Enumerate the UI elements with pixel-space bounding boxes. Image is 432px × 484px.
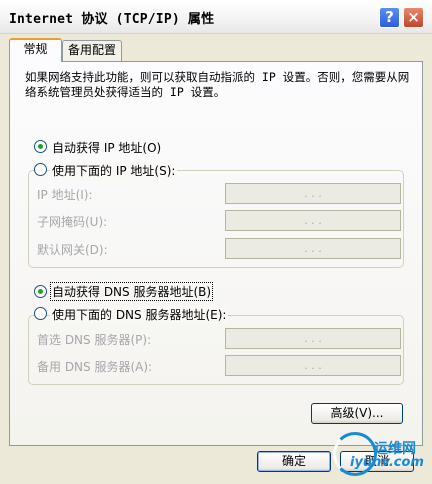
alternate-dns-label: 备用 DNS 服务器(A): — [37, 360, 153, 374]
ok-button[interactable]: 确定 — [257, 451, 331, 472]
ip-address-input[interactable]: . . . — [225, 183, 401, 204]
manual-dns-label[interactable]: 使用下面的 DNS 服务器地址(E): — [50, 306, 229, 323]
close-icon: × — [407, 8, 420, 26]
subnet-mask-value: . . . — [304, 214, 322, 227]
tab-general[interactable]: 常规 — [9, 38, 62, 62]
auto-ip-label[interactable]: 自动获得 IP 地址(O) — [52, 139, 161, 156]
default-gateway-value: . . . — [304, 242, 322, 255]
close-button[interactable]: × — [403, 7, 424, 28]
subnet-mask-input[interactable]: . . . — [225, 210, 401, 231]
auto-dns-label[interactable]: 自动获得 DNS 服务器地址(B) — [49, 282, 214, 301]
preferred-dns-input[interactable]: . . . — [225, 328, 401, 349]
auto-dns-radio[interactable] — [34, 285, 47, 298]
manual-dns-radio[interactable] — [34, 307, 47, 320]
help-icon: ? — [385, 8, 394, 26]
auto-ip-radio[interactable] — [34, 140, 47, 153]
ip-address-value: . . . — [304, 187, 322, 200]
default-gateway-input[interactable]: . . . — [225, 238, 401, 259]
watermark-url: iyunv.com — [350, 455, 424, 470]
window-title: Internet 协议 (TCP/IP) 属性 — [9, 12, 215, 27]
preferred-dns-value: . . . — [304, 332, 322, 345]
subnet-mask-label: 子网掩码(U): — [37, 215, 108, 229]
advanced-button[interactable]: 高级(V)... — [311, 403, 403, 424]
help-button[interactable]: ? — [379, 7, 400, 28]
intro-text: 如果网络支持此功能，则可以获取自动指派的 IP 设置。否则，您需要从网络系统管理… — [25, 70, 410, 99]
default-gateway-label: 默认网关(D): — [37, 243, 108, 257]
ip-address-label: IP 地址(I): — [37, 188, 93, 202]
manual-ip-label[interactable]: 使用下面的 IP 地址(S): — [50, 162, 178, 179]
tab-alternate-config[interactable]: 备用配置 — [62, 40, 122, 61]
alternate-dns-input[interactable]: . . . — [225, 355, 401, 376]
manual-ip-radio[interactable] — [34, 163, 47, 176]
title-bar[interactable]: Internet 协议 (TCP/IP) 属性 ? × — [0, 0, 432, 34]
alternate-dns-value: . . . — [304, 359, 322, 372]
preferred-dns-label: 首选 DNS 服务器(P): — [37, 333, 152, 347]
